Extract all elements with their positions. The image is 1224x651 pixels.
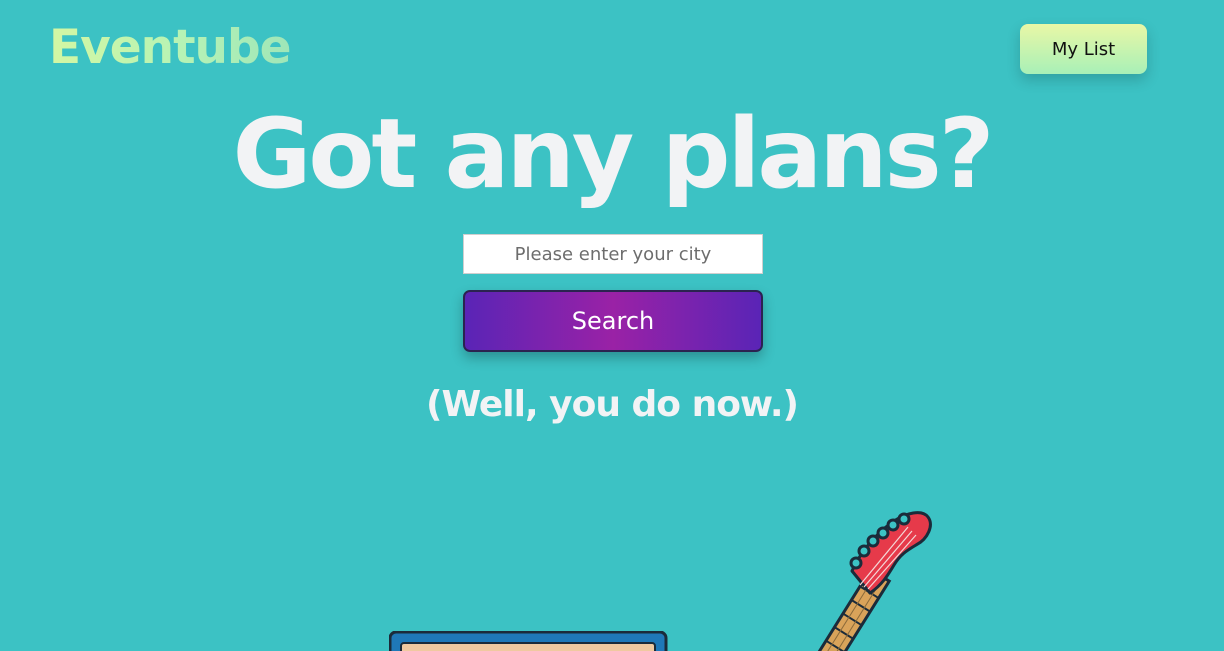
logo[interactable]: Eventube	[49, 18, 292, 78]
amplifier-icon	[389, 631, 668, 651]
landing-page: Eventube My List Got any plans? Search (…	[0, 0, 1224, 651]
page-headline: Got any plans?	[232, 98, 995, 210]
my-list-button[interactable]: My List	[1020, 24, 1147, 74]
tagline: (Well, you do now.)	[425, 384, 799, 425]
electric-guitar-icon	[810, 511, 932, 651]
city-search-input[interactable]	[463, 234, 763, 274]
search-button[interactable]: Search	[463, 290, 763, 352]
